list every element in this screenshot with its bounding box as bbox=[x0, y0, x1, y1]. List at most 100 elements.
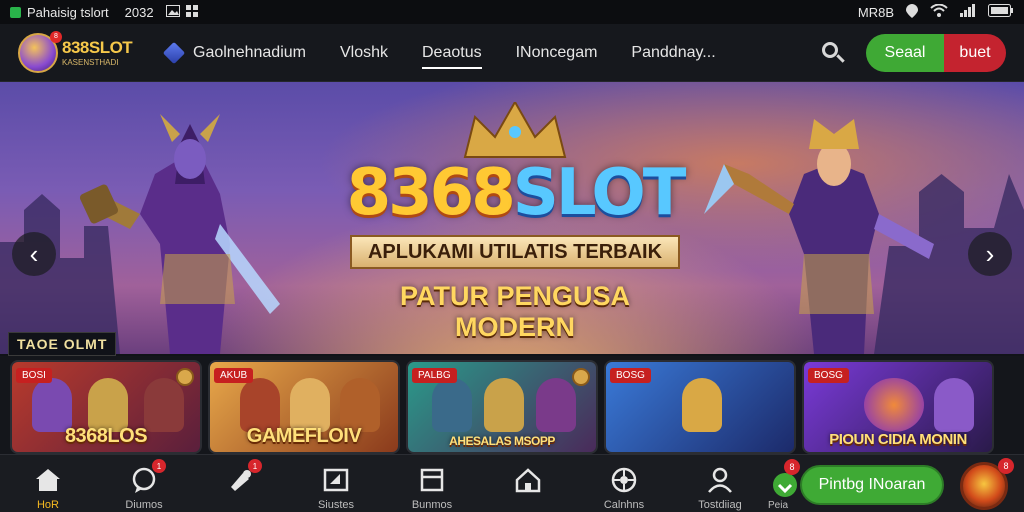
status-time: 2032 bbox=[124, 4, 154, 20]
notification-badge: 1 bbox=[152, 459, 166, 473]
status-app-name: Pahaisig tslort bbox=[27, 4, 109, 20]
character-art bbox=[144, 378, 184, 432]
logo-subtitle: KASENSTHADI bbox=[62, 57, 119, 67]
bottom-nav-label: Siustes bbox=[317, 499, 355, 511]
bottom-nav-siustes[interactable]: Siustes bbox=[288, 465, 384, 511]
game-title: AHESALAS MSOPP bbox=[449, 434, 555, 448]
logo-text: 838SLOT bbox=[62, 37, 133, 57]
nav-label: Gaolnehnadium bbox=[193, 43, 306, 61]
bottom-nav-label: Tostdiiag bbox=[698, 499, 742, 511]
game-card[interactable]: PALBG AHESALAS MSOPP bbox=[406, 360, 598, 454]
search-icon[interactable] bbox=[820, 40, 846, 66]
notification-badge: 1 bbox=[248, 459, 262, 473]
game-tag: BOSG bbox=[808, 368, 849, 383]
hero-ribbon: APLUKAMI UTILATIS TERBAIK bbox=[350, 235, 680, 269]
character-art bbox=[536, 378, 576, 432]
nav-item-deaotus[interactable]: Deaotus bbox=[422, 24, 482, 81]
gallery-icon bbox=[165, 4, 180, 20]
hero-title-block: 8368SLOT APLUKAMI UTILATIS TERBAIK PATUR… bbox=[340, 99, 690, 343]
game-title: PIOUN CIDIA MONIN bbox=[829, 431, 967, 448]
nav-item-inoncegam[interactable]: INoncegam bbox=[516, 24, 598, 81]
character-art bbox=[432, 378, 472, 432]
carousel-prev-button[interactable]: ‹ bbox=[12, 232, 56, 276]
right-warrior-character bbox=[704, 119, 934, 354]
user-icon bbox=[708, 467, 732, 493]
bottom-nav-label: HoR bbox=[36, 499, 59, 511]
avatar-badge: 8 bbox=[998, 458, 1014, 474]
nav-label: Panddnay... bbox=[631, 43, 716, 61]
apps-icon bbox=[185, 4, 198, 20]
game-card[interactable]: BOSG bbox=[604, 360, 796, 454]
nav-item-vloshk[interactable]: Vloshk bbox=[340, 24, 388, 81]
games-row: BOSI 8368LOS AKUB GAMEFLOIV PALBG AHESAL… bbox=[0, 356, 1024, 454]
bottom-nav-label: Bunmos bbox=[411, 499, 453, 511]
bottom-nav-diumos[interactable]: 1 Diumos bbox=[96, 459, 192, 511]
bottom-nav-house[interactable] bbox=[480, 465, 576, 499]
game-tag: AKUB bbox=[214, 368, 254, 383]
bottom-nav-label: Calnhns bbox=[603, 499, 645, 511]
game-title: GAMEFLOIV bbox=[246, 425, 362, 447]
carousel-next-button[interactable]: › bbox=[968, 232, 1012, 276]
register-button[interactable]: buet bbox=[944, 33, 1006, 72]
box-icon bbox=[420, 468, 444, 492]
character-art bbox=[934, 378, 974, 432]
house-icon bbox=[515, 468, 541, 493]
top-header: 8 838SLOT KASENSTHADI Gaolnehnadium Vlos… bbox=[0, 24, 1024, 82]
game-tag: BOSI bbox=[16, 368, 52, 383]
section-label: TAOE OLMT bbox=[8, 332, 117, 356]
character-art bbox=[484, 378, 524, 432]
location-icon bbox=[906, 3, 918, 21]
wifi-icon bbox=[930, 3, 948, 20]
header-actions: Seaal buet bbox=[820, 33, 1006, 72]
hero-title-part1: 8368 bbox=[346, 156, 516, 230]
character-art bbox=[864, 378, 924, 432]
character-art bbox=[340, 378, 380, 432]
status-right-text: MR8B bbox=[857, 4, 894, 20]
cta-icon-label: Peia bbox=[768, 500, 789, 511]
game-card[interactable]: BOSI 8368LOS bbox=[10, 360, 202, 454]
bottom-nav-calnhns[interactable]: Calnhns bbox=[576, 465, 672, 511]
auth-buttons: Seaal buet bbox=[866, 33, 1006, 72]
game-title: 8368LOS bbox=[64, 425, 148, 447]
character-art bbox=[682, 378, 722, 432]
sport-icon bbox=[611, 467, 637, 493]
character-art bbox=[32, 378, 72, 432]
game-tag: BOSG bbox=[610, 368, 651, 383]
logo-mascot-icon: 8 bbox=[18, 30, 62, 73]
logo-text-wrap: 838SLOT KASENSTHADI bbox=[62, 37, 133, 67]
notification-badge: 8 bbox=[784, 459, 800, 475]
character-art bbox=[88, 378, 128, 432]
bottom-nav-home[interactable]: HoR bbox=[0, 465, 96, 511]
status-bar: Pahaisig tslort 2032 MR8B bbox=[0, 0, 1024, 24]
nav-label: INoncegam bbox=[515, 43, 598, 61]
bottom-nav-tostdiiag[interactable]: Tostdiiag bbox=[672, 465, 768, 511]
brand-logo[interactable]: 8 838SLOT KASENSTHADI bbox=[18, 30, 163, 73]
character-art bbox=[290, 378, 330, 432]
cta-button[interactable]: Pintbg INoaran bbox=[800, 465, 944, 505]
game-card[interactable]: AKUB GAMEFLOIV bbox=[208, 360, 400, 454]
logo-badge: 8 bbox=[50, 30, 62, 43]
nav-item-panddnay[interactable]: Panddnay... bbox=[631, 24, 715, 81]
main-nav: Gaolnehnadium Vloshk Deaotus INoncegam P… bbox=[162, 24, 750, 81]
character-art bbox=[240, 378, 280, 432]
wallet-icon bbox=[323, 468, 349, 492]
nav-item-gaolnehnadium[interactable]: Gaolnehnadium bbox=[162, 24, 306, 81]
coin-icon bbox=[176, 368, 194, 386]
crown-icon bbox=[463, 99, 567, 158]
game-card[interactable]: BOSG PIOUN CIDIA MONIN bbox=[802, 360, 994, 454]
home-icon bbox=[36, 469, 60, 491]
game-tag: PALBG bbox=[412, 368, 457, 383]
signal-icon bbox=[960, 4, 976, 20]
bottom-nav-promo[interactable]: 1 bbox=[192, 459, 288, 499]
hero-banner[interactable]: 8368SLOT APLUKAMI UTILATIS TERBAIK PATUR… bbox=[0, 82, 1024, 354]
bottom-nav-bunmos[interactable]: Bunmos bbox=[384, 465, 480, 511]
nav-label: Vloshk bbox=[339, 43, 388, 61]
status-right: MR8B bbox=[857, 3, 1014, 21]
battery-icon bbox=[988, 4, 1014, 20]
hero-title: 8368SLOT bbox=[340, 161, 690, 225]
hero-tagline: PATUR PENGUSA MODERN bbox=[399, 281, 630, 342]
app-notification-icon bbox=[10, 6, 21, 18]
login-button[interactable]: Seaal bbox=[866, 33, 944, 72]
hero-title-part2: SLOT bbox=[512, 156, 687, 230]
left-warrior-character bbox=[79, 114, 280, 354]
